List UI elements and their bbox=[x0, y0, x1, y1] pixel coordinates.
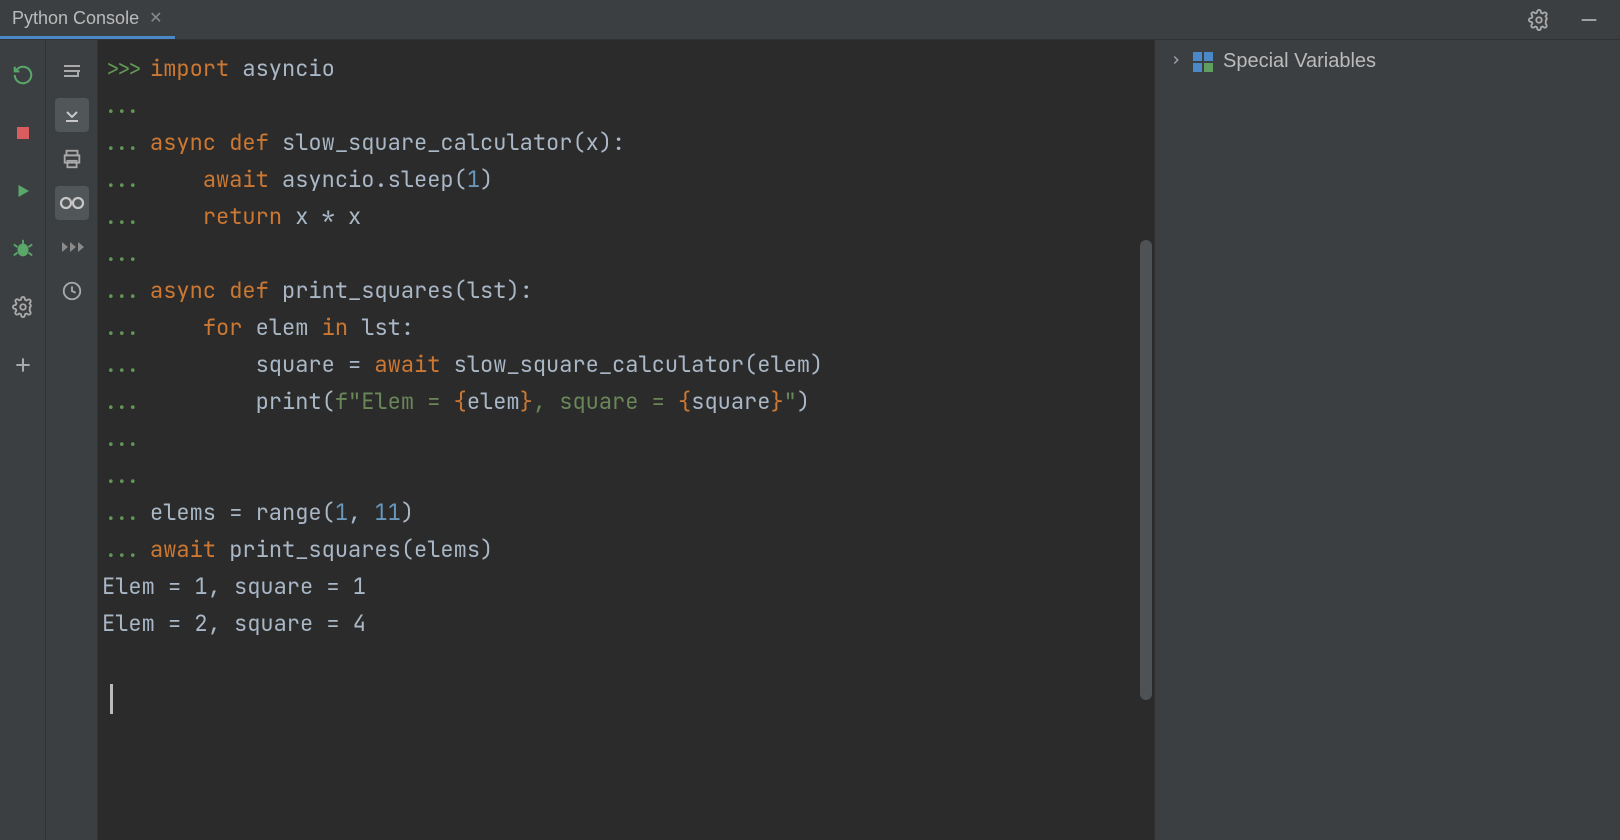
tab-bar: Python Console ✕ bbox=[0, 0, 1620, 40]
special-variables-row[interactable]: Special Variables bbox=[1169, 50, 1606, 73]
code-line: ... for elem in lst: bbox=[98, 309, 1140, 346]
debug-icon[interactable] bbox=[6, 232, 40, 266]
run-icon[interactable] bbox=[6, 174, 40, 208]
scrollbar[interactable] bbox=[1140, 240, 1152, 700]
rerun-icon[interactable] bbox=[6, 58, 40, 92]
code-line: ... async def print_squares(lst): bbox=[98, 272, 1140, 309]
primary-toolbar bbox=[0, 40, 46, 840]
chevron-right-icon bbox=[1169, 50, 1183, 73]
inspect-icon[interactable] bbox=[55, 186, 89, 220]
scroll-to-end-icon[interactable] bbox=[55, 98, 89, 132]
code-line: ... await asyncio.sleep(1) bbox=[98, 161, 1140, 198]
code-line: ... square = await slow_square_calculato… bbox=[98, 346, 1140, 383]
special-variables-label: Special Variables bbox=[1223, 50, 1376, 73]
code-line: ... bbox=[98, 457, 1140, 494]
grid-icon bbox=[1193, 52, 1213, 72]
variables-panel: Special Variables bbox=[1154, 40, 1620, 840]
minimize-icon[interactable] bbox=[1572, 3, 1606, 37]
output-line: Elem = 2, square = 4 bbox=[98, 605, 1140, 642]
code-line: >>> import asyncio bbox=[98, 50, 1140, 87]
add-icon[interactable] bbox=[6, 348, 40, 382]
settings-icon[interactable] bbox=[6, 290, 40, 324]
code-line: ... await print_squares(elems) bbox=[98, 531, 1140, 568]
code-line: ... print(f"Elem = {elem}, square = {squ… bbox=[98, 383, 1140, 420]
close-icon[interactable]: ✕ bbox=[149, 8, 162, 28]
soft-wrap-icon[interactable] bbox=[55, 54, 89, 88]
code-line: ... bbox=[98, 235, 1140, 272]
code-line: ... async def slow_square_calculator(x): bbox=[98, 124, 1140, 161]
python-console-panel: Python Console ✕ bbox=[0, 0, 1620, 840]
code-line: ... return x * x bbox=[98, 198, 1140, 235]
stop-icon[interactable] bbox=[6, 116, 40, 150]
step-icon[interactable] bbox=[55, 230, 89, 264]
code-line: ... elems = range(1, 11) bbox=[98, 494, 1140, 531]
code-line: ... bbox=[98, 420, 1140, 457]
gear-icon[interactable] bbox=[1522, 3, 1556, 37]
tab-label: Python Console bbox=[12, 8, 139, 29]
code-line: ... bbox=[98, 87, 1140, 124]
console-output[interactable]: >>> import asyncio... ... async def slow… bbox=[98, 40, 1154, 840]
output-line: Elem = 1, square = 1 bbox=[98, 568, 1140, 605]
tab-python-console[interactable]: Python Console ✕ bbox=[0, 0, 175, 39]
input-cursor-line[interactable] bbox=[98, 679, 1140, 716]
history-icon[interactable] bbox=[55, 274, 89, 308]
cursor bbox=[110, 684, 113, 714]
secondary-toolbar bbox=[46, 40, 98, 840]
print-icon[interactable] bbox=[55, 142, 89, 176]
